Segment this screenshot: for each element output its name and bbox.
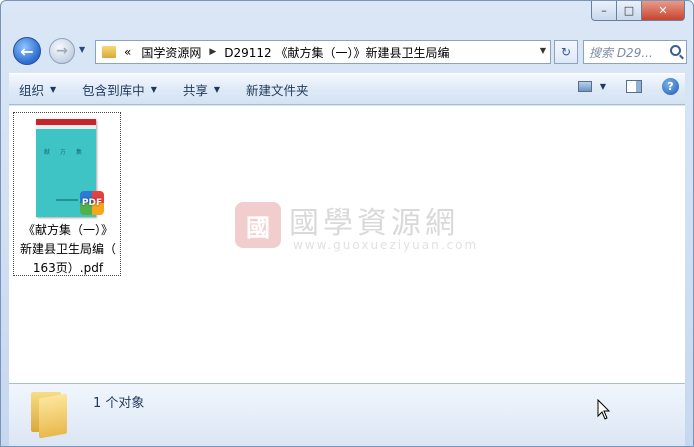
refresh-icon: ↻ (560, 45, 572, 59)
file-name-line-3: 163页）.pdf (32, 261, 104, 275)
back-arrow-icon: ← (20, 41, 34, 61)
file-item[interactable]: 献 方 集 PDF 《献方集（一）》 新建县卫生局编（ 163页）.pdf (13, 112, 121, 276)
folder-icon (102, 46, 116, 58)
minimize-button[interactable]: – (591, 1, 617, 21)
search-input[interactable]: 搜索 D29... (583, 40, 687, 64)
address-dropdown-icon[interactable]: ▼ (540, 46, 546, 55)
file-name[interactable]: 《献方集（一）》 新建县卫生局编（ 163页）.pdf (14, 221, 122, 278)
navigation-bar: ← → ▼ « 国学资源网 ▶ D29112 《献方集（一）》新建县卫生局编 ▼… (9, 35, 687, 67)
maximize-button[interactable]: □ (617, 1, 642, 21)
item-count: 1 个对象 (93, 396, 145, 411)
breadcrumb-item-root[interactable]: 国学资源网 (141, 44, 201, 61)
explorer-window: – □ ✕ ← → ▼ « 国学资源网 ▶ D29112 《献方集（一）》新建县… (0, 0, 694, 447)
folder-icon (31, 388, 71, 439)
back-button[interactable]: ← (13, 37, 41, 65)
pdf-icon: PDF (80, 191, 104, 215)
refresh-button[interactable]: ↻ (554, 40, 578, 64)
watermark: 國 國學資源網 www.guoxueziyuan.com (235, 198, 495, 258)
help-icon[interactable]: ? (662, 78, 679, 95)
change-view-icon[interactable] (577, 81, 592, 92)
breadcrumb-item-current[interactable]: D29112 《献方集（一）》新建县卫生局编 (224, 44, 449, 61)
watermark-text: 國學資源網 (289, 206, 459, 241)
close-button[interactable]: ✕ (642, 1, 685, 21)
details-pane: 1 个对象 (9, 383, 685, 446)
recent-pages-dropdown[interactable]: ▼ (79, 45, 89, 55)
breadcrumb-separator-icon[interactable]: ▶ (209, 47, 216, 57)
breadcrumb-overflow[interactable]: « (124, 45, 131, 59)
organize-button[interactable]: 组织 ▼ (9, 76, 66, 102)
file-name-line-1: 《献方集（一）》 (22, 223, 113, 237)
command-bar: 组织 ▼ 包含到库中 ▼ 共享 ▼ 新建文件夹 ▼ ? (9, 73, 685, 105)
caption-buttons: – □ ✕ (591, 1, 685, 21)
thumbnail-footer-line (56, 199, 78, 201)
search-icon[interactable] (670, 45, 681, 56)
watermark-url: www.guoxueziyuan.com (293, 238, 479, 252)
chevron-down-icon: ▼ (213, 84, 221, 94)
mouse-cursor-icon (597, 399, 611, 420)
thumbnail-title: 献 方 集 (44, 149, 86, 156)
chevron-down-icon: ▼ (50, 84, 57, 94)
address-bar[interactable]: « 国学资源网 ▶ D29112 《献方集（一）》新建县卫生局编 ▼ (95, 40, 551, 64)
forward-button[interactable]: → (49, 38, 75, 64)
view-options-dropdown-icon[interactable]: ▼ (600, 82, 606, 91)
new-folder-label: 新建文件夹 (246, 82, 309, 98)
thumbnail-band (36, 125, 96, 129)
forward-arrow-icon: → (56, 43, 68, 59)
share-label: 共享 (182, 82, 208, 98)
toolbar-right: ▼ ? (577, 78, 679, 95)
new-folder-button[interactable]: 新建文件夹 (236, 76, 319, 102)
chevron-down-icon: ▼ (150, 84, 157, 94)
include-library-label: 包含到库中 (82, 82, 145, 98)
file-list-area[interactable]: 献 方 集 PDF 《献方集（一）》 新建县卫生局编（ 163页）.pdf 國 … (9, 106, 685, 383)
pdf-badge-label: PDF (81, 198, 103, 208)
organize-label: 组织 (19, 82, 45, 98)
watermark-seal-icon: 國 (235, 202, 281, 248)
include-in-library-button[interactable]: 包含到库中 ▼ (72, 76, 167, 102)
search-placeholder: 搜索 D29... (589, 45, 653, 60)
share-button[interactable]: 共享 ▼ (173, 76, 230, 102)
preview-pane-icon[interactable] (626, 80, 642, 93)
file-name-line-2: 新建县卫生局编（ (19, 242, 116, 256)
